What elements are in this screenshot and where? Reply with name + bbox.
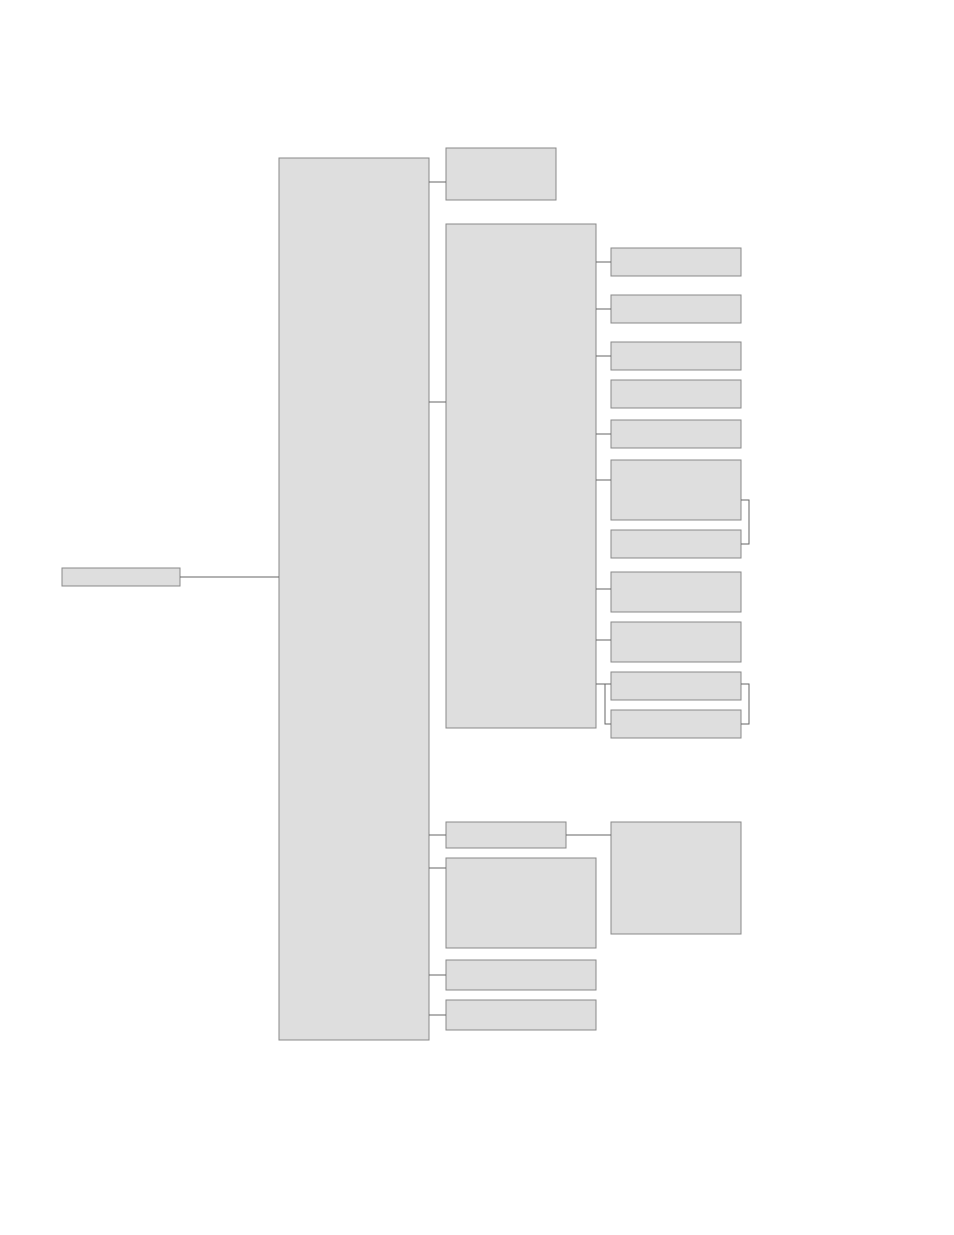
leaf-0 [611,248,741,276]
leaf-3 [611,380,741,408]
leaf-4 [611,420,741,448]
leaf-6 [611,530,741,558]
main-column [279,158,429,1040]
diagram-canvas [0,0,954,1235]
leaf-2 [611,342,741,370]
connector [741,684,749,724]
root-box [62,568,180,586]
child-lower-right [611,822,741,934]
child-mid-tall [446,224,596,728]
child-bottom-a [446,960,596,990]
child-lower-big [446,858,596,948]
leaf-9 [611,672,741,700]
leaf-5 [611,460,741,520]
connector [596,684,611,724]
leaf-8 [611,622,741,662]
child-lower-small [446,822,566,848]
leaf-1 [611,295,741,323]
leaf-10 [611,710,741,738]
child-bottom-b [446,1000,596,1030]
connector [741,500,749,544]
leaf-7 [611,572,741,612]
child-top [446,148,556,200]
